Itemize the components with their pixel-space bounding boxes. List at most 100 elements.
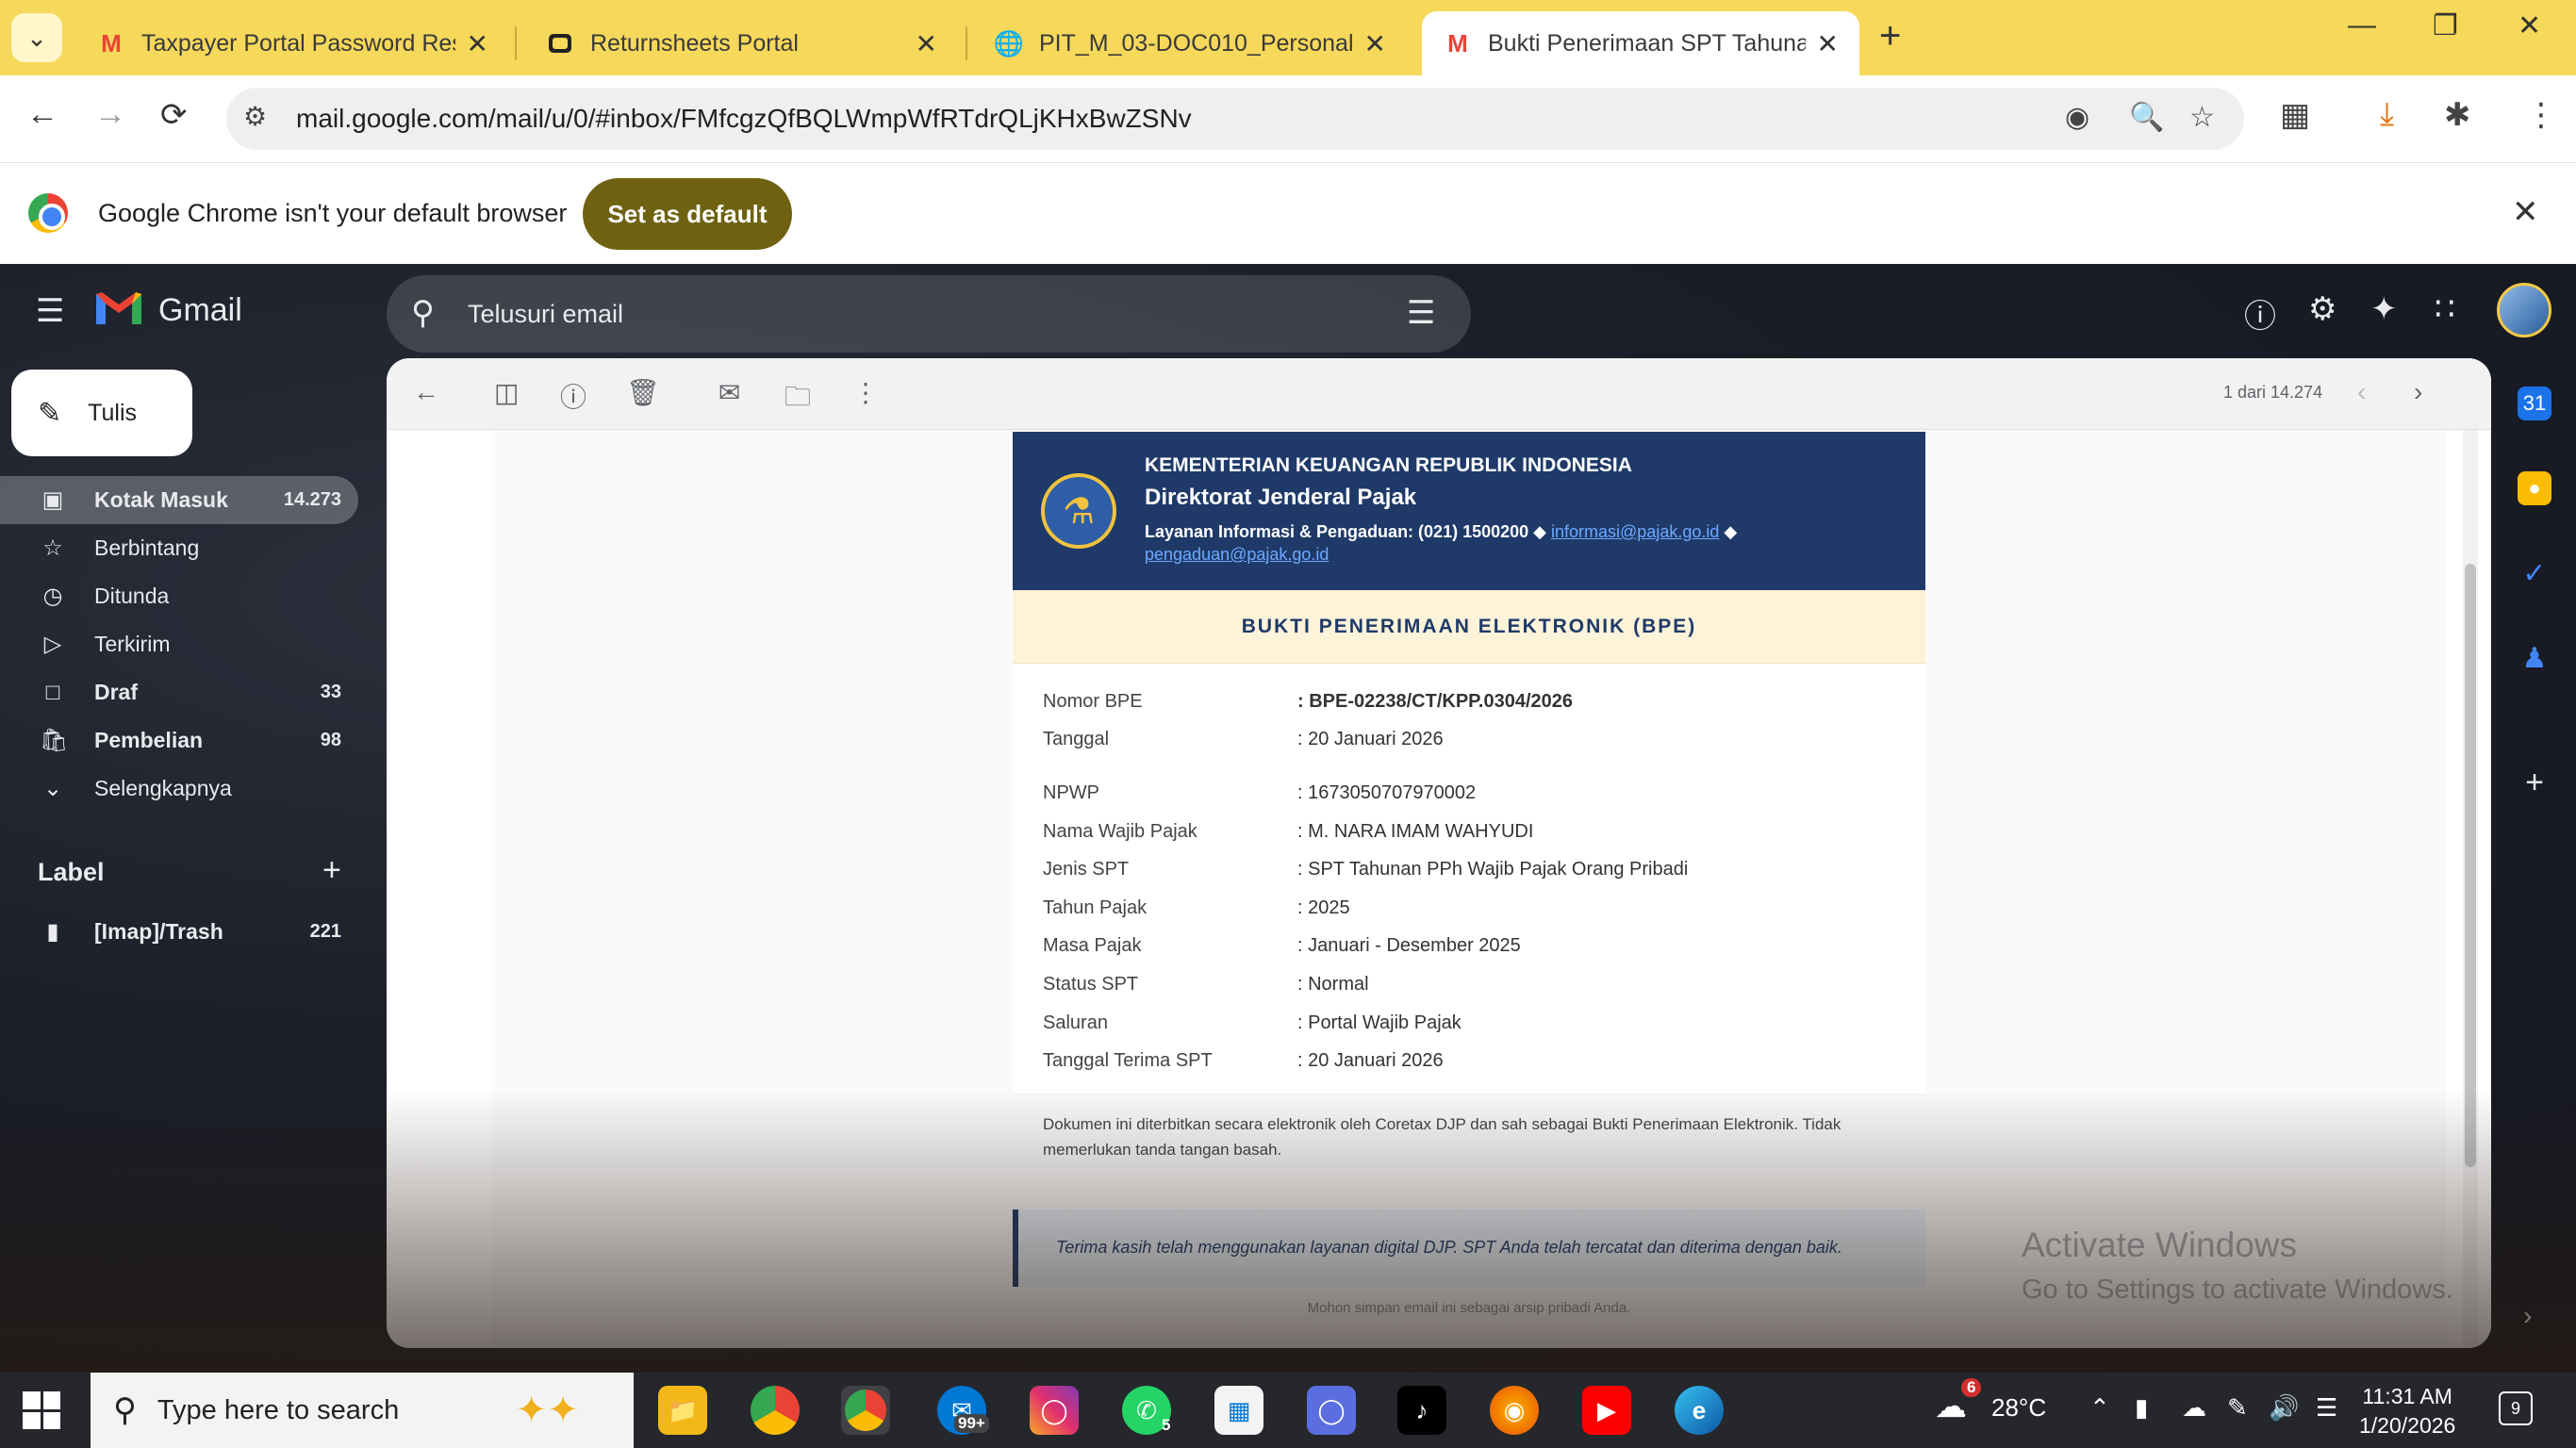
sidebar-item-starred[interactable]: ☆ Berbintang	[0, 524, 358, 572]
bookmark-star-icon[interactable]: ☆	[2189, 101, 2215, 134]
taskbar-search-input[interactable]	[157, 1394, 497, 1426]
window-close-button[interactable]: ✕	[2518, 9, 2541, 42]
scrollbar-thumb[interactable]	[2465, 564, 2476, 1167]
tracking-protection-icon[interactable]: ◉	[2065, 101, 2089, 134]
close-icon[interactable]: ✕	[467, 28, 488, 59]
chrome-profile-1-icon[interactable]	[751, 1386, 800, 1435]
tab-returnsheets[interactable]: Returnsheets Portal ✕	[524, 11, 958, 75]
notification-center-button[interactable]: 9	[2499, 1391, 2533, 1425]
keep-icon[interactable]: ●	[2518, 471, 2551, 505]
new-tab-button[interactable]: +	[1879, 15, 1901, 58]
sidebar-item-label: [Imap]/Trash	[94, 919, 223, 944]
close-icon[interactable]: ✕	[2512, 193, 2539, 231]
calendar-icon[interactable]: 31	[2518, 387, 2551, 420]
move-to-icon[interactable]: 🗀	[784, 377, 811, 422]
thanks-banner: Terima kasih telah menggunakan layanan d…	[1013, 1209, 1925, 1287]
volume-icon[interactable]: 🔊	[2269, 1393, 2299, 1423]
tab-title: Taxpayer Portal Password Reset	[141, 29, 455, 57]
side-panel-chevron-icon[interactable]: ›	[2523, 1301, 2532, 1331]
more-vert-icon[interactable]: ⋮	[852, 377, 879, 408]
temperature-text[interactable]: 28°C	[1991, 1393, 2046, 1423]
info-email-link[interactable]: informasi@pajak.go.id	[1551, 522, 1719, 541]
complaint-email-link[interactable]: pengaduan@pajak.go.id	[1145, 545, 1329, 564]
get-addons-icon[interactable]: +	[2518, 765, 2551, 800]
detail-key: Jenis SPT	[1043, 859, 1130, 880]
compose-button[interactable]: ✎ Tulis	[11, 370, 192, 456]
chrome-menu-icon[interactable]: ⋮	[2525, 96, 2557, 134]
contacts-icon[interactable]: ♟	[2518, 641, 2551, 675]
taskbar-clock[interactable]: 11:31 AM 1/20/2026	[2359, 1382, 2455, 1440]
apps-grid-icon[interactable]: ∷	[2435, 290, 2455, 328]
back-button[interactable]: ←	[26, 96, 58, 133]
instagram-icon[interactable]: ◯	[1030, 1386, 1079, 1435]
file-explorer-icon[interactable]: 📁	[658, 1386, 707, 1435]
minimize-button[interactable]: —	[2348, 9, 2376, 41]
add-label-button[interactable]: +	[322, 852, 341, 889]
gemini-sparkle-icon[interactable]: ✦	[2370, 290, 2398, 328]
extensions-icon[interactable]: ▦	[2280, 96, 2310, 134]
chrome-active-icon[interactable]	[841, 1386, 890, 1435]
search-input[interactable]	[468, 292, 1316, 336]
pen-menu-icon[interactable]: ✎	[2227, 1393, 2248, 1423]
search-icon: ⚲	[113, 1392, 137, 1428]
back-arrow-icon[interactable]: ←	[413, 377, 439, 407]
chevron-up-icon[interactable]: ⌃	[2089, 1393, 2110, 1423]
firefox-icon[interactable]: ◉	[1490, 1386, 1539, 1435]
bpe-details: Nomor BPE: BPE-02238/CT/KPP.0304/2026 Ta…	[1013, 664, 1925, 1094]
wifi-icon[interactable]: ☰	[2316, 1393, 2337, 1423]
zoom-icon[interactable]: 🔍	[2129, 101, 2164, 134]
tab-search-button[interactable]: ⌄	[11, 13, 62, 62]
newer-chevron-icon[interactable]: ‹	[2357, 377, 2366, 407]
sidebar-item-imap-trash[interactable]: ▮ [Imap]/Trash 221	[0, 908, 358, 956]
older-chevron-icon[interactable]: ›	[2414, 377, 2422, 407]
mark-unread-icon[interactable]: ✉	[718, 377, 740, 408]
app-shield-icon[interactable]: ◯	[1307, 1386, 1356, 1435]
weather-cloud-icon[interactable]: ☁	[1935, 1388, 1967, 1425]
detail-key: NPWP	[1043, 782, 1099, 803]
site-settings-icon[interactable]: ⚙	[243, 101, 267, 132]
sidebar-item-snoozed[interactable]: ◷ Ditunda	[0, 572, 358, 620]
edge-icon[interactable]: e	[1675, 1386, 1724, 1435]
clock-icon: ◷	[42, 584, 63, 609]
sidebar-item-sent[interactable]: ▷ Terkirim	[0, 620, 358, 668]
taskbar-search[interactable]: ⚲ ✦✦	[91, 1373, 634, 1448]
main-menu-icon[interactable]: ☰	[36, 292, 64, 330]
detail-value: : SPT Tahunan PPh Wajib Pajak Orang Prib…	[1297, 859, 1689, 880]
profile-extension-icon[interactable]: ✱	[2444, 96, 2471, 134]
pencil-icon: ✎	[38, 397, 62, 429]
windows-start-icon[interactable]	[23, 1391, 60, 1429]
report-spam-icon[interactable]: ⓘ	[560, 377, 586, 415]
set-as-default-button[interactable]: Set as default	[583, 178, 792, 250]
youtube-icon[interactable]: ▶	[1582, 1386, 1631, 1435]
url-text[interactable]: mail.google.com/mail/u/0/#inbox/FMfcgzQf…	[296, 104, 1192, 134]
settings-gear-icon[interactable]: ⚙	[2308, 290, 2337, 328]
tasks-icon[interactable]: ✓	[2518, 556, 2551, 590]
search-options-icon[interactable]: ☰	[1407, 294, 1435, 332]
tab-pit-document[interactable]: 🌐 PIT_M_03-DOC010_Personal_In ✕	[973, 11, 1407, 75]
help-icon[interactable]: ⓘ	[2244, 290, 2276, 337]
search-icon[interactable]: ⚲	[411, 294, 435, 332]
close-icon[interactable]: ✕	[1364, 28, 1386, 59]
download-icon[interactable]: ⤓	[2380, 96, 2394, 133]
close-icon[interactable]: ✕	[916, 28, 937, 59]
reload-button[interactable]: ⟳	[160, 96, 188, 134]
close-icon[interactable]: ✕	[1817, 28, 1839, 59]
sidebar-item-purchases[interactable]: 🛍 Pembelian 98	[0, 716, 358, 765]
avatar[interactable]	[2497, 283, 2551, 337]
address-bar[interactable]: ⚙ mail.google.com/mail/u/0/#inbox/FMfcgz…	[226, 88, 2244, 150]
sidebar-nav: ▣ Kotak Masuk 14.273 ☆ Berbintang ◷ Ditu…	[0, 476, 362, 813]
sidebar-item-drafts[interactable]: □ Draf 33	[0, 668, 358, 716]
tiktok-icon[interactable]: ♪	[1397, 1386, 1446, 1435]
restore-button[interactable]: ❐	[2433, 9, 2458, 42]
forward-button[interactable]: →	[94, 96, 126, 133]
tab-taxpayer-portal[interactable]: M Taxpayer Portal Password Reset ✕	[75, 11, 509, 75]
onedrive-icon[interactable]: ☁	[2182, 1393, 2206, 1423]
delete-icon[interactable]: 🗑	[626, 377, 660, 408]
sidebar-item-inbox[interactable]: ▣ Kotak Masuk 14.273	[0, 476, 358, 524]
sidebar-item-more[interactable]: ⌄ Selengkapnya	[0, 765, 358, 813]
tab-bukti-penerimaan[interactable]: M Bukti Penerimaan SPT Tahunan ✕	[1422, 11, 1859, 75]
microsoft-store-icon[interactable]: ▦	[1214, 1386, 1263, 1435]
gmail-logo-icon	[96, 292, 141, 324]
archive-icon[interactable]: ◫	[494, 377, 519, 408]
battery-icon[interactable]: ▮	[2135, 1393, 2148, 1423]
